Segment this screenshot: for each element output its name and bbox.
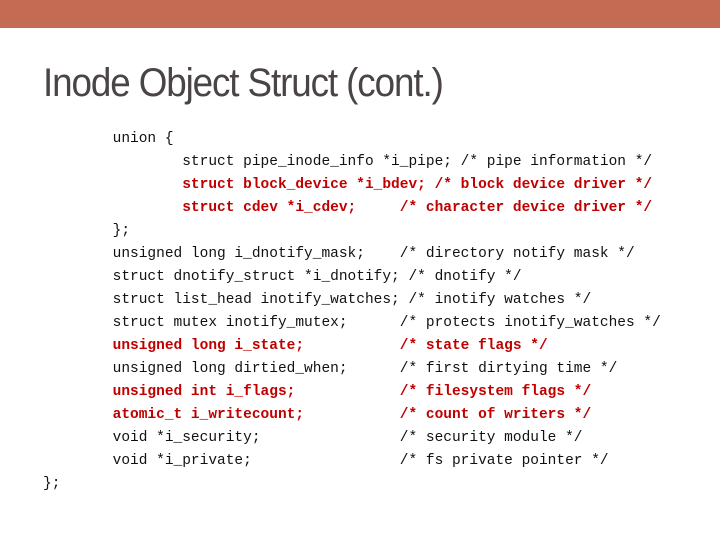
code-line-highlighted: unsigned int i_flags; /* filesystem flag… bbox=[43, 384, 592, 400]
code-line: struct list_head inotify_watches; /* ino… bbox=[43, 292, 592, 308]
code-line-highlighted: struct cdev *i_cdev; /* character device… bbox=[43, 200, 653, 216]
code-line: struct mutex inotify_mutex; /* protects … bbox=[43, 315, 661, 331]
code-line-highlighted: atomic_t i_writecount; /* count of write… bbox=[43, 407, 592, 423]
code-line: void *i_private; /* fs private pointer *… bbox=[43, 453, 609, 469]
code-line: }; bbox=[43, 476, 61, 492]
code-line: }; bbox=[43, 223, 131, 239]
code-line: void *i_security; /* security module */ bbox=[43, 430, 583, 446]
slide: Inode Object Struct (cont.) union { stru… bbox=[0, 0, 720, 540]
code-line: struct pipe_inode_info *i_pipe; /* pipe … bbox=[43, 154, 653, 170]
code-line: struct dnotify_struct *i_dnotify; /* dno… bbox=[43, 269, 522, 285]
code-line-highlighted: struct block_device *i_bdev; /* block de… bbox=[43, 177, 653, 193]
accent-bar bbox=[0, 0, 720, 28]
code-line: unsigned long dirtied_when; /* first dir… bbox=[43, 361, 618, 377]
code-block: union { struct pipe_inode_info *i_pipe; … bbox=[43, 128, 661, 496]
code-line: unsigned long i_dnotify_mask; /* directo… bbox=[43, 246, 635, 262]
slide-title: Inode Object Struct (cont.) bbox=[43, 61, 444, 105]
code-line: union { bbox=[43, 131, 174, 147]
code-line-highlighted: unsigned long i_state; /* state flags */ bbox=[43, 338, 548, 354]
